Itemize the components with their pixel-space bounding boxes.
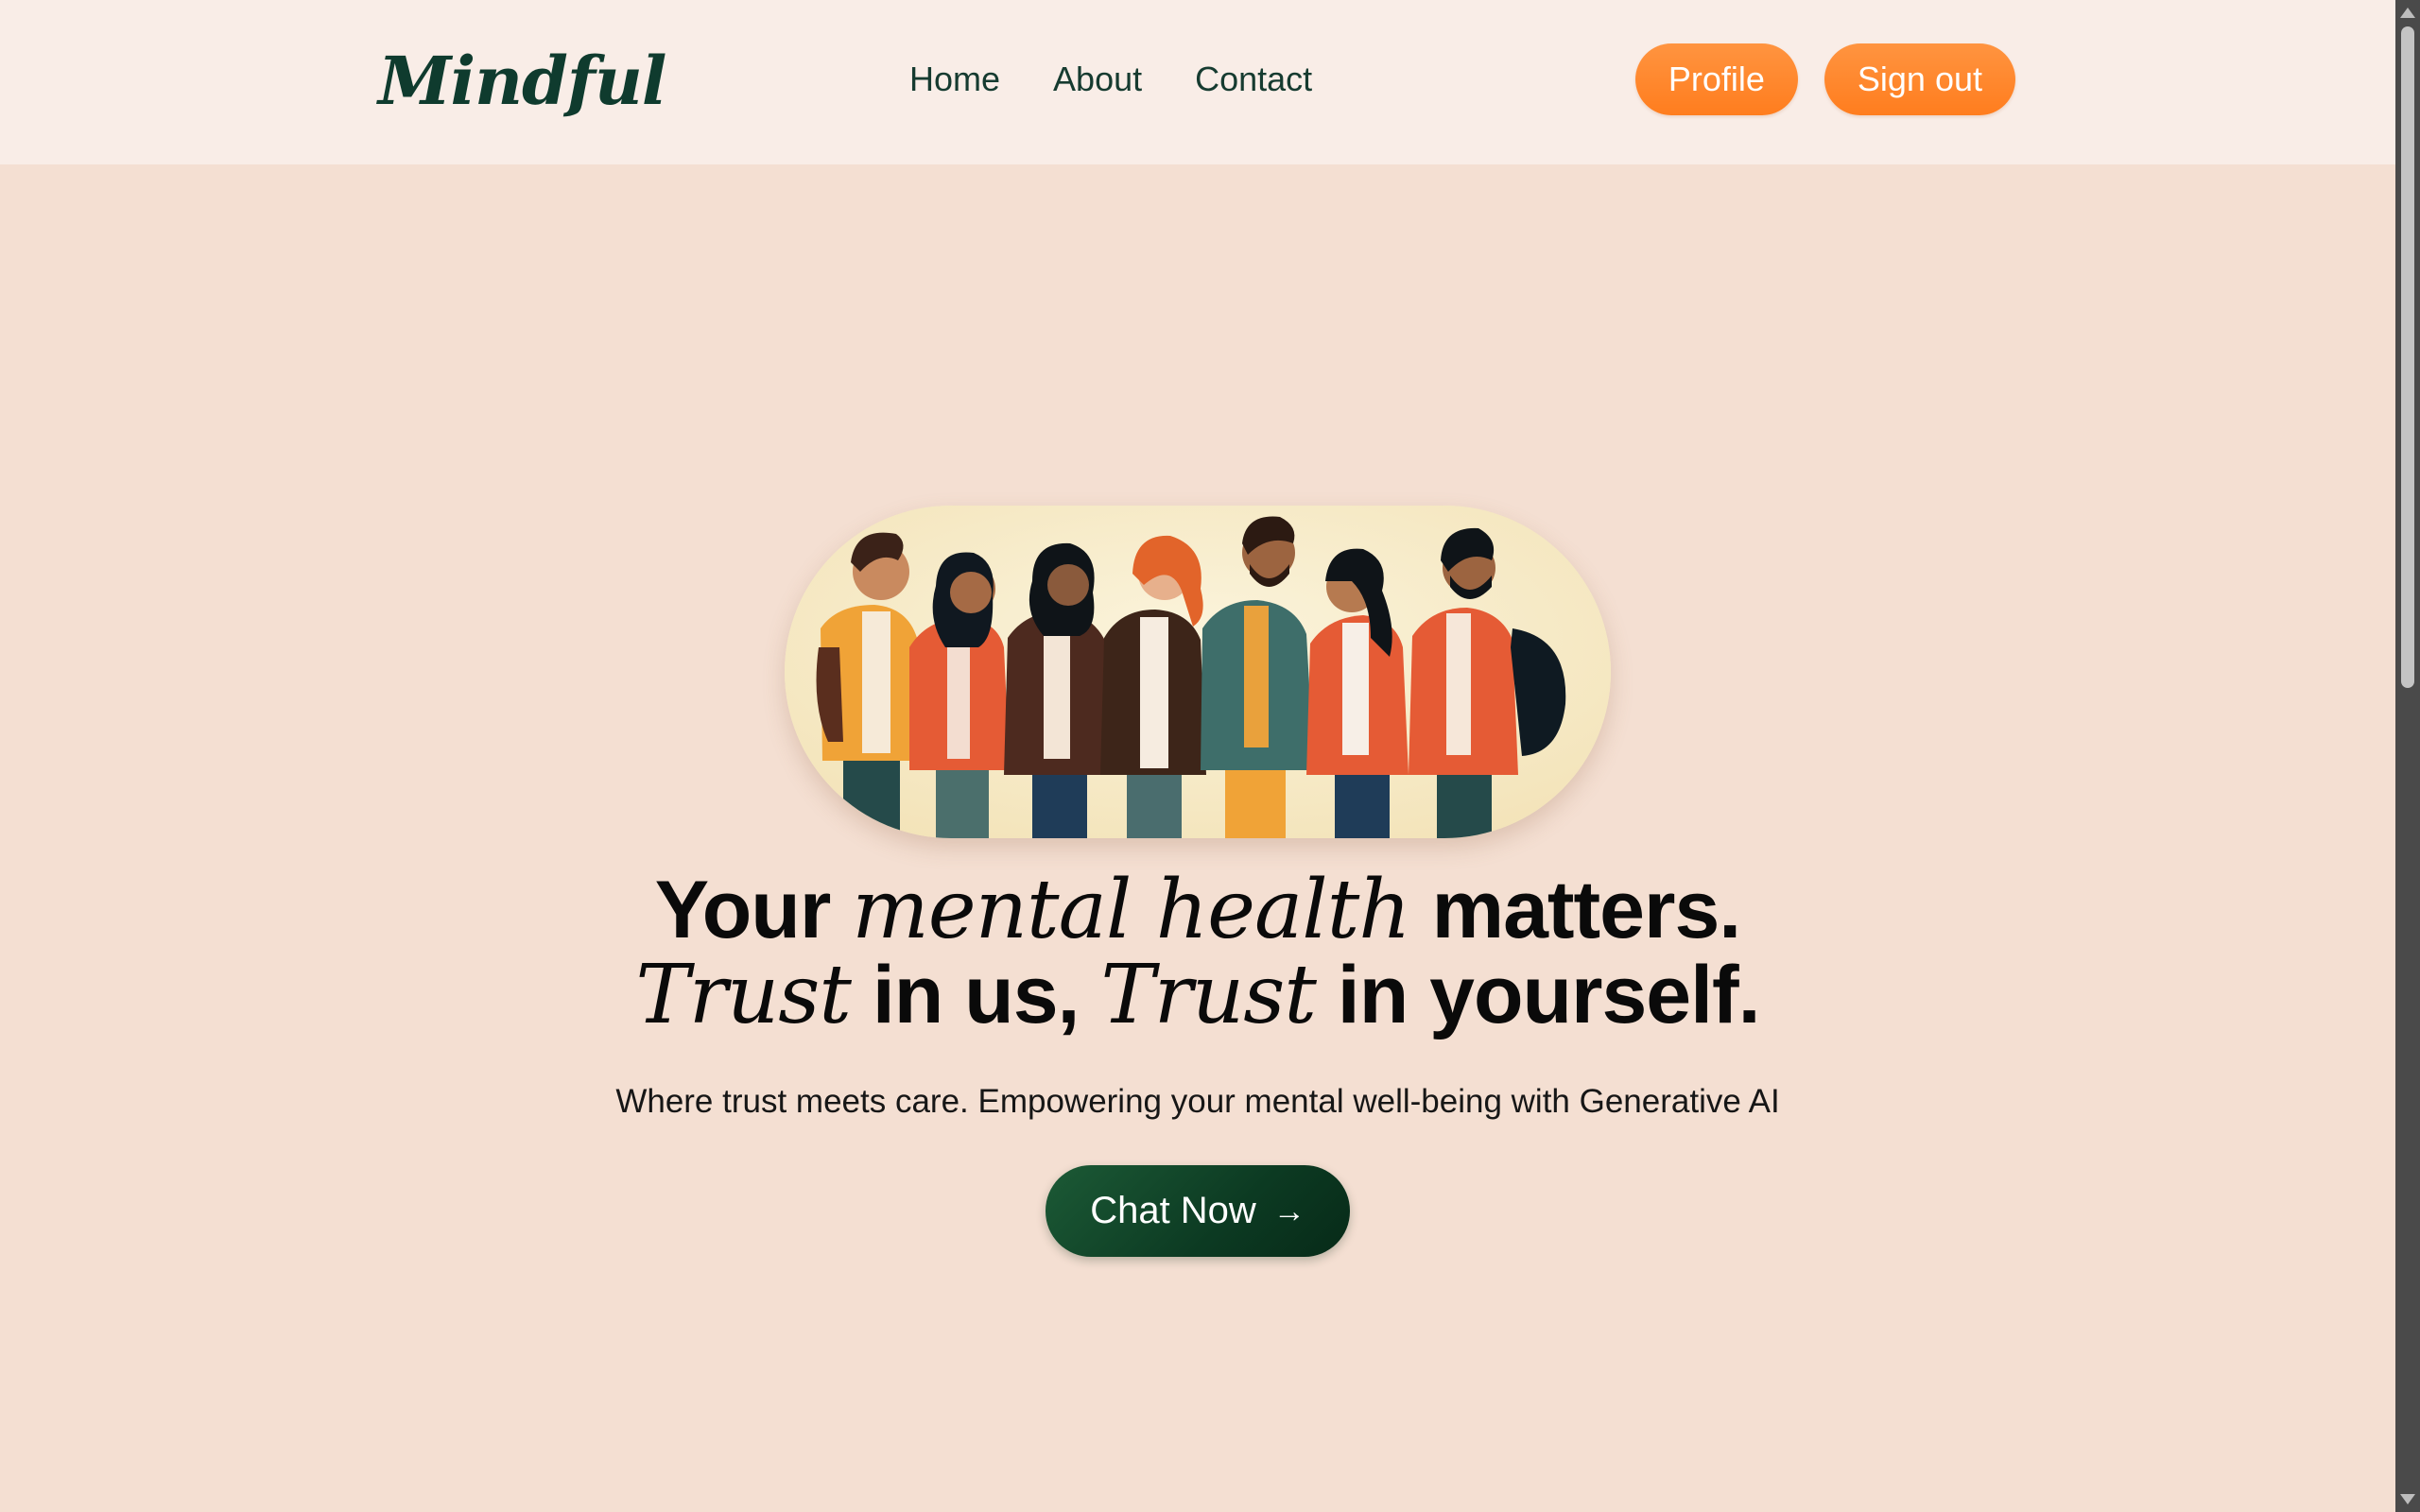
top-navigation-bar: Mindful Home About Contact Profile Sign …: [0, 0, 2395, 164]
scroll-down-arrow-icon[interactable]: [2400, 1494, 2415, 1504]
chat-now-label: Chat Now: [1090, 1190, 1256, 1231]
nav-link-contact[interactable]: Contact: [1195, 53, 1312, 106]
group-of-people-illustration: [785, 506, 1611, 838]
headline-text: matters.: [1409, 865, 1742, 955]
headline-text: Your: [654, 865, 853, 955]
chat-now-button[interactable]: Chat Now →: [1046, 1165, 1350, 1257]
headline-text: in yourself.: [1315, 950, 1761, 1040]
headline-emphasis: Trust: [635, 948, 852, 1042]
arrow-right-icon: →: [1272, 1193, 1305, 1229]
nav-link-about[interactable]: About: [1053, 53, 1142, 106]
vertical-scrollbar[interactable]: [2395, 0, 2420, 1512]
hero-illustration: [785, 506, 1611, 838]
hero-headline: Your mental health matters. Trust in us,…: [0, 868, 2395, 1038]
nav-link-home[interactable]: Home: [909, 53, 1000, 106]
hero-subtitle: Where trust meets care. Empowering your …: [615, 1083, 1780, 1120]
headline-emphasis: mental health: [852, 863, 1411, 957]
scrollbar-thumb[interactable]: [2401, 26, 2414, 688]
headline-emphasis: Trust: [1100, 948, 1317, 1042]
headline-text: in us,: [850, 950, 1101, 1040]
header-actions: Profile Sign out: [1634, 43, 2015, 115]
brand-logo[interactable]: Mindful: [378, 34, 667, 129]
profile-button[interactable]: Profile: [1634, 43, 1798, 115]
scroll-up-arrow-icon[interactable]: [2400, 8, 2415, 18]
sign-out-button[interactable]: Sign out: [1824, 43, 2015, 115]
main-nav: Home About Contact: [909, 53, 1312, 106]
